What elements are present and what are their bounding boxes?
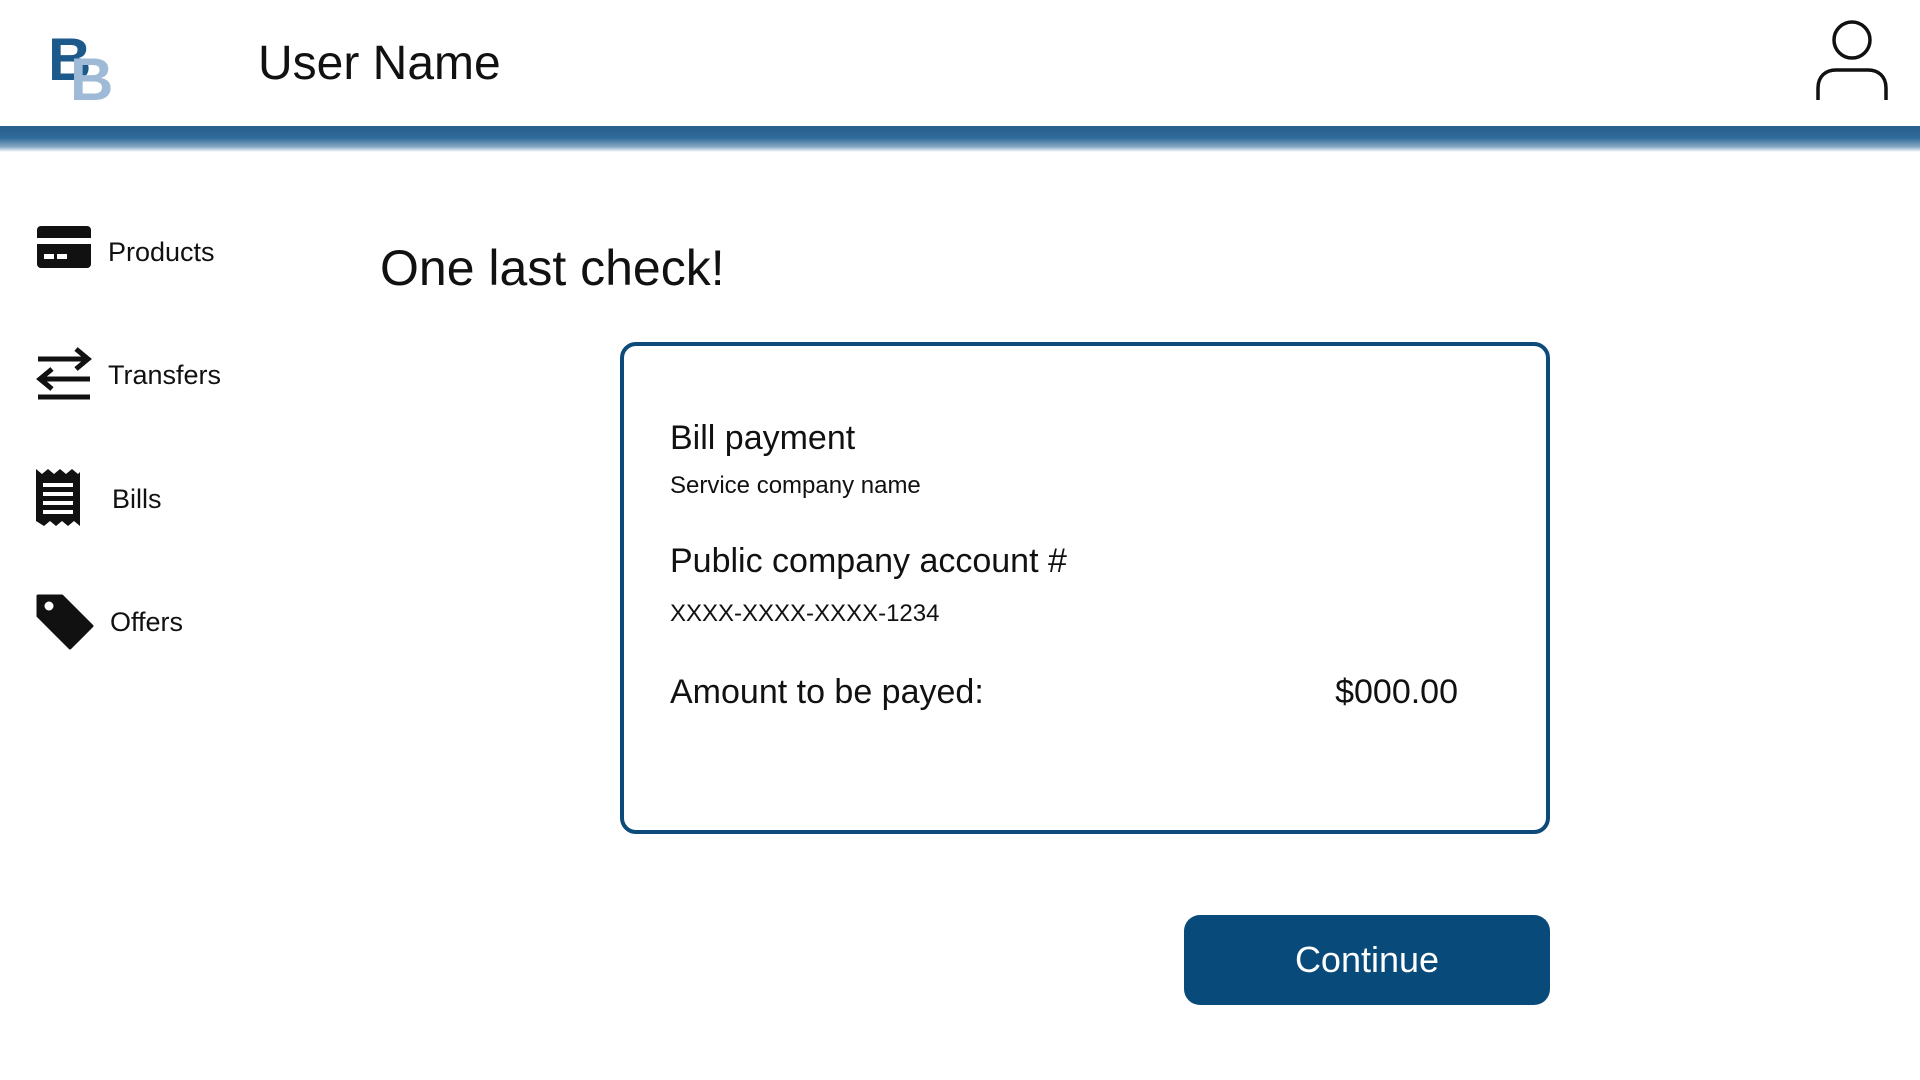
- header-divider-bar: [0, 126, 1920, 152]
- sidebar-item-label: Transfers: [108, 360, 222, 390]
- amount-label: Amount to be payed:: [670, 673, 984, 711]
- app-header: B B User Name: [0, 0, 1920, 126]
- tag-icon: [36, 592, 94, 652]
- sidebar-item-bills[interactable]: Bills: [36, 469, 296, 529]
- page: B B User Name Products Transfers Bills O…: [0, 0, 1920, 1080]
- company-name: Service company name: [670, 472, 921, 499]
- sidebar-item-offers[interactable]: Offers: [36, 592, 296, 652]
- credit-card-icon: [36, 222, 94, 282]
- payment-summary-card: Bill payment Service company name Public…: [620, 342, 1550, 834]
- user-profile-icon[interactable]: [1814, 18, 1890, 102]
- receipt-icon: [36, 469, 94, 529]
- account-label: Public company account #: [670, 542, 1067, 580]
- sidebar-item-label: Products: [108, 237, 215, 267]
- continue-button[interactable]: Continue: [1184, 915, 1550, 1005]
- account-number: XXXX-XXXX-XXXX-1234: [670, 600, 940, 627]
- sidebar-item-products[interactable]: Products: [36, 222, 296, 282]
- transfer-arrows-icon: [36, 345, 94, 405]
- sidebar-item-label: Offers: [110, 607, 184, 637]
- logo-letter-secondary: B: [70, 46, 114, 113]
- sidebar-item-transfers[interactable]: Transfers: [36, 345, 296, 405]
- page-title: One last check!: [380, 240, 725, 296]
- bank-logo[interactable]: B B: [48, 30, 114, 113]
- sidebar-item-label: Bills: [112, 484, 162, 514]
- user-name: User Name: [258, 37, 501, 90]
- amount-value: $000.00: [1335, 673, 1458, 711]
- payment-type: Bill payment: [670, 419, 856, 457]
